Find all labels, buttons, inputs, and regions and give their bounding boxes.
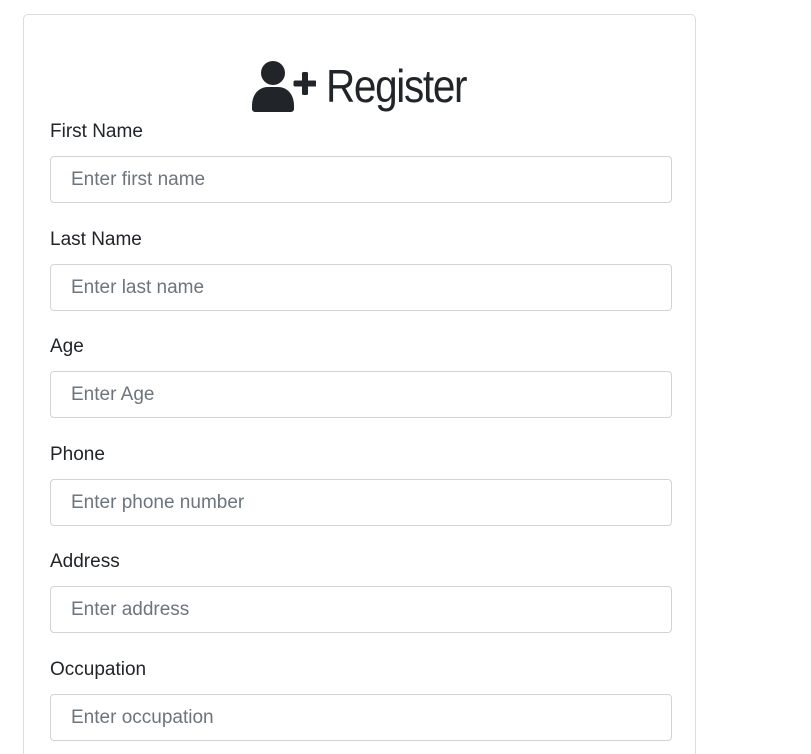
occupation-input[interactable] [50,694,672,741]
phone-group: Phone [50,444,674,526]
phone-input[interactable] [50,479,672,526]
phone-label: Phone [50,444,105,465]
register-card: Register First Name Last Name Age Phone … [23,14,696,754]
address-label: Address [50,551,120,572]
first-name-input[interactable] [50,156,672,203]
last-name-group: Last Name [50,229,674,311]
user-plus-icon [251,60,316,112]
age-input[interactable] [50,371,672,418]
first-name-group: First Name [50,121,674,203]
address-group: Address [50,551,674,633]
age-label: Age [50,336,84,357]
occupation-label: Occupation [50,659,147,680]
last-name-input[interactable] [50,264,672,311]
register-heading: Register [24,55,695,117]
age-group: Age [50,336,674,418]
last-name-label: Last Name [50,229,142,250]
address-input[interactable] [50,586,672,633]
occupation-group: Occupation [50,659,674,741]
page-title: Register [325,60,468,112]
first-name-label: First Name [50,121,143,142]
